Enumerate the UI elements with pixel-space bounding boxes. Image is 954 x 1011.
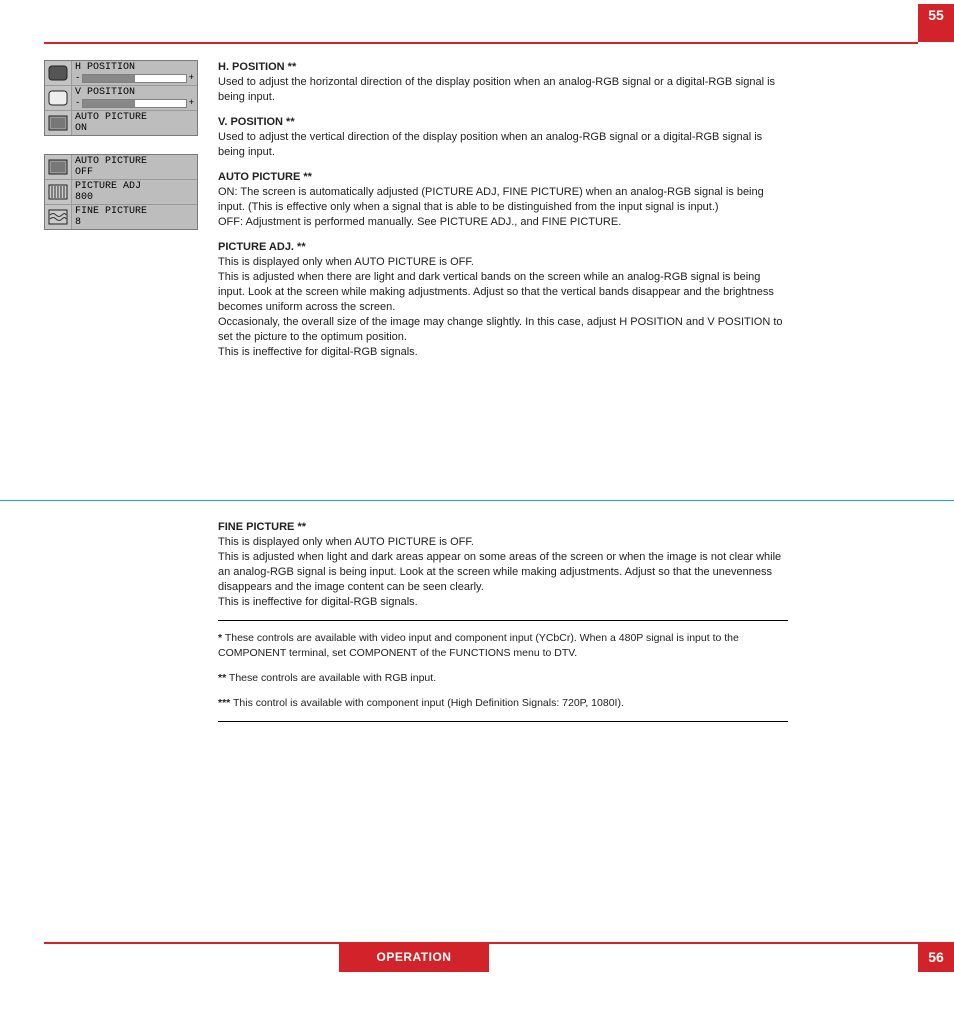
text-upper: H. POSITION ** Used to adjust the horizo… xyxy=(218,60,788,370)
section-body: This is ineffective for digital-RGB sign… xyxy=(218,345,788,360)
osd-title: FINE PICTURE xyxy=(75,206,194,217)
osd-row-v-position: V POSITION - + xyxy=(45,86,197,111)
osd-value: ON xyxy=(75,123,194,134)
page-number-top: 55 xyxy=(918,4,954,42)
page-number-bottom: 56 xyxy=(918,942,954,972)
section-body: ON: The screen is automatically adjusted… xyxy=(218,185,788,215)
bars-icon xyxy=(45,180,72,204)
osd-title: AUTO PICTURE xyxy=(75,112,194,123)
osd-value: OFF xyxy=(75,167,194,178)
divider xyxy=(218,721,788,722)
footnote-mark: ** xyxy=(218,672,226,684)
section-body: Used to adjust the horizontal direction … xyxy=(218,75,788,105)
footnote-3: *** This control is available with compo… xyxy=(218,696,788,711)
section-body: This is displayed only when AUTO PICTURE… xyxy=(218,255,788,270)
section-body: This is ineffective for digital-RGB sign… xyxy=(218,595,788,610)
footnote-1: * These controls are available with vide… xyxy=(218,631,788,661)
section-body: This is adjusted when light and dark are… xyxy=(218,550,788,595)
osd-row-picture-adj: PICTURE ADJ 800 xyxy=(45,180,197,205)
divider xyxy=(218,620,788,621)
osd-title: H POSITION xyxy=(75,62,194,73)
screen-icon xyxy=(45,61,72,85)
osd-row-fine-picture: FINE PICTURE 8 xyxy=(45,205,197,229)
osd-title: PICTURE ADJ xyxy=(75,181,194,192)
section-body: OFF: Adjustment is performed manually. S… xyxy=(218,215,788,230)
auto-picture-icon xyxy=(45,155,72,179)
rule-top xyxy=(44,42,918,44)
footnote-2: ** These controls are available with RGB… xyxy=(218,671,788,686)
footnote-text: These controls are available with video … xyxy=(218,632,739,659)
section-v-position: V. POSITION ** Used to adjust the vertic… xyxy=(218,115,788,160)
auto-picture-icon xyxy=(45,111,72,135)
section-label: AUTO PICTURE ** xyxy=(218,171,312,183)
osd-value: 800 xyxy=(75,192,194,203)
osd-menu-1: H POSITION - + V POSITION - + AUTO PICTU… xyxy=(44,60,198,136)
section-label: PICTURE ADJ. ** xyxy=(218,241,306,253)
osd-menu-2: AUTO PICTURE OFF PICTURE ADJ 800 xyxy=(44,154,198,230)
section-body: This is displayed only when AUTO PICTURE… xyxy=(218,535,788,550)
osd-row-auto-picture-on: AUTO PICTURE ON xyxy=(45,111,197,135)
osd-row-h-position: H POSITION - + xyxy=(45,61,197,86)
text-lower: FINE PICTURE ** This is displayed only w… xyxy=(218,520,788,732)
section-picture-adj: PICTURE ADJ. ** This is displayed only w… xyxy=(218,240,788,360)
footnote-text: This control is available with component… xyxy=(233,697,624,709)
section-body: Used to adjust the vertical direction of… xyxy=(218,130,788,160)
footnote-mark: * xyxy=(218,632,222,644)
section-h-position: H. POSITION ** Used to adjust the horizo… xyxy=(218,60,788,105)
wave-icon xyxy=(45,205,72,229)
osd-row-auto-picture-off: AUTO PICTURE OFF xyxy=(45,155,197,180)
footnote-text: These controls are available with RGB in… xyxy=(229,672,436,684)
section-body: This is adjusted when there are light an… xyxy=(218,270,788,315)
footer-label: OPERATION xyxy=(339,942,489,972)
osd-slider: - + xyxy=(75,98,194,109)
section-label: FINE PICTURE ** xyxy=(218,521,306,533)
osd-slider: - + xyxy=(75,73,194,84)
osd-value: 8 xyxy=(75,217,194,228)
section-fine-picture: FINE PICTURE ** This is displayed only w… xyxy=(218,520,788,610)
section-label: V. POSITION ** xyxy=(218,116,295,128)
section-auto-picture: AUTO PICTURE ** ON: The screen is automa… xyxy=(218,170,788,230)
section-body: Occasionaly, the overall size of the ima… xyxy=(218,315,788,345)
section-label: H. POSITION ** xyxy=(218,61,296,73)
rule-cyan xyxy=(0,500,954,501)
osd-title: V POSITION xyxy=(75,87,194,98)
footnote-mark: *** xyxy=(218,697,230,709)
screen-icon xyxy=(45,86,72,110)
osd-title: AUTO PICTURE xyxy=(75,156,194,167)
